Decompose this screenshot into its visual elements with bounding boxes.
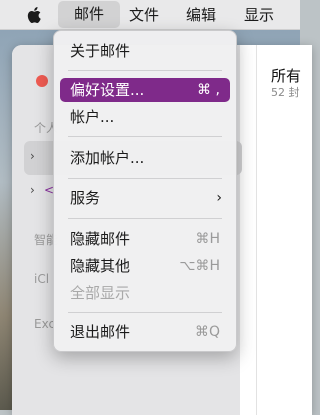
- chevron-right-icon[interactable]: ›: [30, 183, 35, 197]
- chevron-right-icon: ›: [216, 190, 222, 206]
- menu-item-hide-others[interactable]: 隐藏其他 ⌥⌘H: [60, 254, 230, 278]
- mailbox-title: 所有: [271, 67, 302, 85]
- menu-item-label: 添加帐户...: [70, 149, 145, 167]
- menu-item-add-account[interactable]: 添加帐户...: [60, 146, 230, 170]
- menu-item-label: 关于邮件: [70, 42, 131, 60]
- sidebar-section-exchange: Exc: [34, 317, 56, 331]
- menu-item-label: 隐藏其他: [70, 257, 131, 275]
- menu-item-preferences[interactable]: 偏好设置... ⌘ ,: [60, 78, 230, 102]
- menu-item-label: 偏好设置...: [70, 81, 145, 99]
- menu-item-label: 隐藏邮件: [70, 230, 131, 248]
- menu-separator: [68, 136, 222, 137]
- menu-separator: [68, 178, 222, 179]
- menu-item-label: 服务: [70, 189, 101, 207]
- menu-item-label: 退出邮件: [70, 323, 131, 341]
- menu-item-hide-mail[interactable]: 隐藏邮件 ⌘H: [60, 227, 230, 251]
- menubar-item-edit[interactable]: 编辑: [176, 0, 226, 30]
- menubar-item-file[interactable]: 文件: [122, 0, 166, 30]
- menu-item-label: 全部显示: [70, 284, 131, 302]
- menu-item-services[interactable]: 服务 ›: [60, 186, 230, 210]
- mail-menu-dropdown: 关于邮件 偏好设置... ⌘ , 帐户... 添加帐户... 服务 › 隐藏邮件…: [53, 30, 237, 352]
- menu-item-quit-mail[interactable]: 退出邮件 ⌘Q: [60, 320, 230, 344]
- close-window-button[interactable]: [36, 75, 48, 87]
- chevron-right-icon[interactable]: ›: [30, 149, 35, 163]
- menu-item-label: 帐户...: [70, 108, 115, 126]
- menubar-item-view[interactable]: 显示: [234, 0, 284, 30]
- menu-item-shortcut: ⌥⌘H: [179, 258, 220, 274]
- menu-separator: [68, 218, 222, 219]
- menu-item-shortcut: ⌘H: [195, 231, 220, 247]
- menu-item-show-all: 全部显示: [60, 281, 230, 305]
- menu-separator: [68, 70, 222, 71]
- menu-item-shortcut: ⌘ ,: [197, 82, 220, 98]
- menu-bar: 邮件 文件 编辑 显示: [0, 0, 300, 30]
- sidebar-section-icloud: iCl: [34, 272, 50, 286]
- menu-item-shortcut: ⌘Q: [194, 324, 220, 340]
- menu-item-accounts[interactable]: 帐户...: [60, 105, 230, 129]
- mailbox-count: 52 封: [271, 86, 300, 99]
- message-list-pane: 所有 52 封: [256, 45, 312, 415]
- apple-logo-icon[interactable]: [26, 5, 44, 25]
- menu-item-about-mail[interactable]: 关于邮件: [60, 39, 230, 63]
- menubar-item-mail[interactable]: 邮件: [58, 1, 120, 28]
- menu-separator: [68, 312, 222, 313]
